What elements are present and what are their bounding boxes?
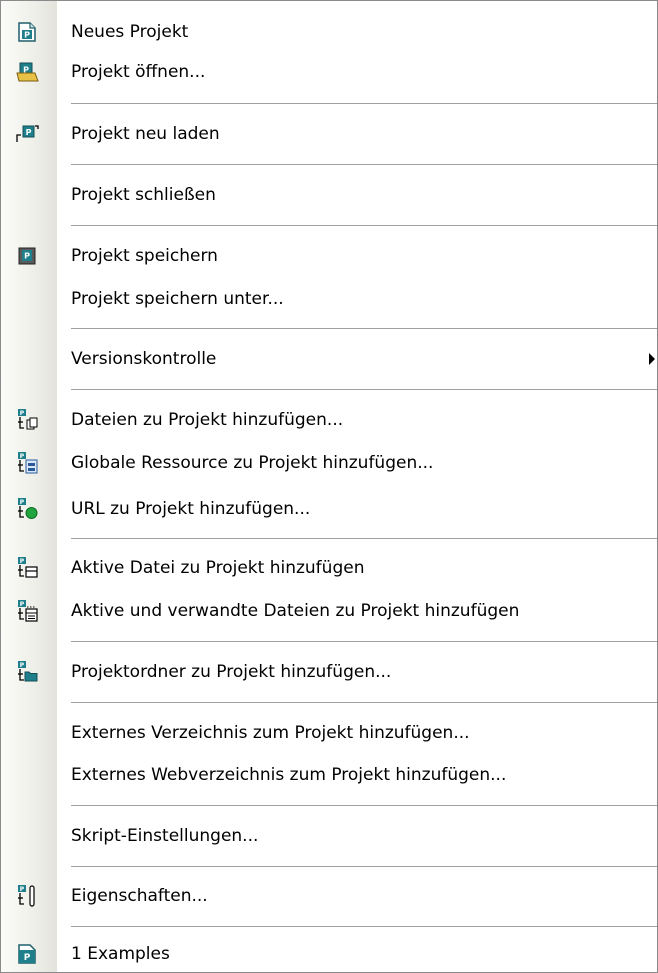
- menu-item-label: Globale Ressource zu Projekt hinzufügen.…: [71, 453, 434, 473]
- menu-item-reload-project[interactable]: P Projekt neu laden: [1, 115, 657, 153]
- menu-item-add-active-file[interactable]: P Aktive Datei zu Projekt hinzufügen: [1, 549, 657, 587]
- menu-separator: [71, 926, 657, 928]
- menu-separator: [71, 866, 657, 868]
- menu-item-label: Projekt speichern: [71, 246, 218, 266]
- open-project-icon: P: [15, 60, 39, 84]
- menu-item-label: 1 Examples: [71, 944, 170, 964]
- menu-separator: [71, 328, 657, 330]
- submenu-arrow-icon: [649, 353, 655, 365]
- menu-separator: [71, 389, 657, 391]
- add-url-icon: P: [15, 497, 39, 521]
- menu-separator: [71, 225, 657, 227]
- menu-item-label: Aktive und verwandte Dateien zu Projekt …: [71, 601, 520, 621]
- menu-separator: [71, 702, 657, 704]
- menu-item-label: URL zu Projekt hinzufügen...: [71, 499, 311, 519]
- menu-item-label: Projekt speichern unter...: [71, 289, 284, 309]
- svg-text:P: P: [20, 601, 25, 608]
- menu-item-add-active-related-files[interactable]: P Aktive und verwandte Dateien zu Projek…: [1, 592, 657, 630]
- menu-item-label: Dateien zu Projekt hinzufügen...: [71, 410, 344, 430]
- project-menu: P Neues Projekt P Projekt öffnen... P Pr…: [0, 0, 658, 973]
- menu-item-recent-project[interactable]: P 1 Examples: [1, 935, 657, 972]
- menu-item-label: Versionskontrolle: [71, 349, 217, 369]
- menu-item-version-control[interactable]: Versionskontrolle: [1, 340, 657, 378]
- menu-item-add-url[interactable]: P URL zu Projekt hinzufügen...: [1, 490, 657, 528]
- menu-item-save-project-as[interactable]: Projekt speichern unter...: [1, 280, 657, 318]
- menu-item-open-project[interactable]: P Projekt öffnen...: [1, 53, 657, 91]
- new-project-icon: P: [15, 20, 39, 44]
- svg-text:P: P: [20, 453, 25, 460]
- menu-item-label: Externes Verzeichnis zum Projekt hinzufü…: [71, 723, 470, 743]
- menu-item-label: Skript-Einstellungen...: [71, 826, 259, 846]
- menu-item-label: Projekt schließen: [71, 185, 216, 205]
- menu-item-label: Eigenschaften...: [71, 886, 208, 906]
- menu-item-add-files[interactable]: P Dateien zu Projekt hinzufügen...: [1, 401, 657, 439]
- menu-separator: [71, 805, 657, 807]
- save-project-icon: P: [15, 244, 39, 268]
- menu-item-label: Projekt öffnen...: [71, 62, 206, 82]
- menu-item-properties[interactable]: P Eigenschaften...: [1, 877, 657, 915]
- add-files-icon: P: [15, 408, 39, 432]
- add-global-resource-icon: P: [15, 451, 39, 475]
- menu-item-save-project[interactable]: P Projekt speichern: [1, 237, 657, 275]
- add-active-file-icon: P: [15, 556, 39, 580]
- menu-item-label: Externes Webverzeichnis zum Projekt hinz…: [71, 765, 507, 785]
- menu-item-label: Aktive Datei zu Projekt hinzufügen: [71, 558, 365, 578]
- menu-item-add-external-folder[interactable]: Externes Verzeichnis zum Projekt hinzufü…: [1, 714, 657, 752]
- svg-text:P: P: [24, 252, 30, 261]
- menu-item-script-settings[interactable]: Skript-Einstellungen...: [1, 817, 657, 855]
- properties-icon: P: [15, 884, 39, 908]
- menu-item-close-project[interactable]: Projekt schließen: [1, 176, 657, 214]
- menu-separator: [71, 103, 657, 105]
- menu-item-label: Projektordner zu Projekt hinzufügen...: [71, 662, 392, 682]
- menu-item-add-external-web-folder[interactable]: Externes Webverzeichnis zum Projekt hinz…: [1, 756, 657, 794]
- recent-project-icon: P: [15, 942, 39, 966]
- svg-text:P: P: [20, 662, 25, 669]
- reload-project-icon: P: [15, 122, 39, 146]
- svg-text:P: P: [20, 558, 25, 565]
- menu-item-label: Neues Projekt: [71, 22, 189, 42]
- svg-text:P: P: [20, 410, 25, 417]
- svg-text:P: P: [26, 128, 32, 137]
- svg-text:P: P: [20, 886, 25, 893]
- svg-text:P: P: [20, 499, 25, 506]
- menu-separator: [71, 538, 657, 540]
- svg-text:P: P: [24, 31, 30, 40]
- menu-item-label: Projekt neu laden: [71, 124, 220, 144]
- add-project-folder-icon: P: [15, 660, 39, 684]
- menu-item-add-global-resource[interactable]: P Globale Ressource zu Projekt hinzufüge…: [1, 444, 657, 482]
- add-active-related-files-icon: P: [15, 599, 39, 623]
- svg-text:P: P: [24, 953, 31, 963]
- menu-separator: [71, 164, 657, 166]
- menu-item-new-project[interactable]: P Neues Projekt: [1, 13, 657, 51]
- menu-separator: [71, 641, 657, 643]
- menu-item-add-project-folder[interactable]: P Projektordner zu Projekt hinzufügen...: [1, 653, 657, 691]
